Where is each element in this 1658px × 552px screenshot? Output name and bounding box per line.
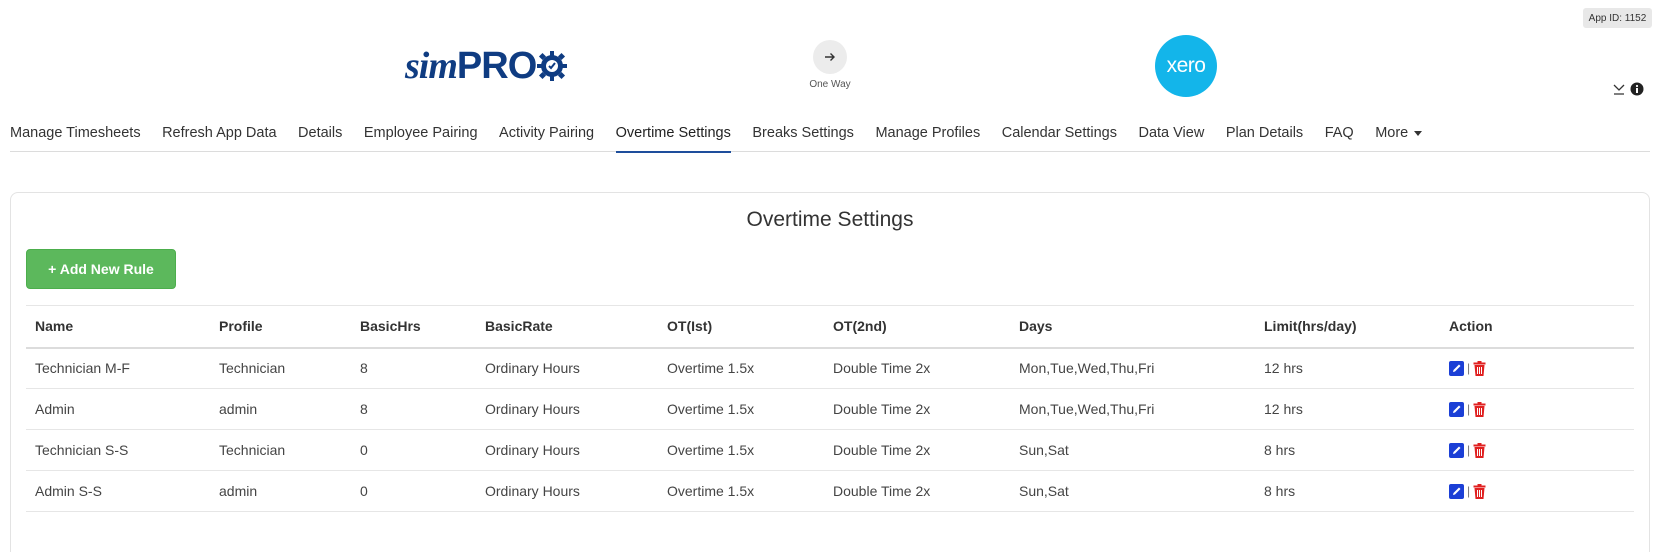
- col-header-name: Name: [26, 305, 210, 349]
- col-header-basicrate: BasicRate: [476, 305, 658, 349]
- overtime-settings-panel: Overtime Settings + Add New Rule Name Pr…: [10, 192, 1650, 552]
- add-new-rule-button[interactable]: + Add New Rule: [26, 249, 176, 289]
- xero-logo: xero: [1155, 35, 1217, 97]
- tab-details[interactable]: Details: [298, 116, 342, 152]
- tab-overtime-settings[interactable]: Overtime Settings: [615, 116, 732, 153]
- tab-more-dropdown[interactable]: More: [1375, 116, 1423, 152]
- sync-direction: One Way: [800, 40, 860, 90]
- simpro-gear-icon: [537, 51, 568, 81]
- tab-plan-details[interactable]: Plan Details: [1226, 116, 1303, 152]
- edit-icon[interactable]: [1449, 483, 1464, 499]
- tab-more-label: More: [1375, 125, 1409, 141]
- simpro-logo: sim PRO: [405, 44, 568, 88]
- cell-limit: 12 hrs: [1255, 347, 1440, 389]
- col-header-limit: Limit(hrs/day): [1255, 305, 1440, 349]
- cell-basichrs: 8: [351, 388, 476, 430]
- cell-name: Technician S-S: [26, 429, 210, 471]
- caret-down-icon: [1414, 130, 1423, 136]
- minimize-icon[interactable]: [1612, 82, 1626, 96]
- top-right-tools: [1612, 82, 1644, 96]
- cell-days: Sun,Sat: [1010, 429, 1255, 471]
- col-header-basichrs: BasicHrs: [351, 305, 476, 349]
- cell-ot-1st: Overtime 1.5x: [658, 429, 824, 471]
- action-separator: |: [1467, 402, 1471, 416]
- tab-calendar-settings[interactable]: Calendar Settings: [1002, 116, 1117, 152]
- sync-direction-button[interactable]: [813, 40, 847, 74]
- sync-direction-label: One Way: [809, 79, 851, 90]
- tab-refresh-app-data[interactable]: Refresh App Data: [162, 116, 276, 152]
- col-header-profile: Profile: [210, 305, 351, 349]
- cell-name: Technician M-F: [26, 347, 210, 389]
- simpro-logo-pro: PRO: [456, 44, 537, 87]
- trash-icon[interactable]: [1473, 483, 1486, 499]
- cell-name: Admin S-S: [26, 470, 210, 512]
- cell-days: Sun,Sat: [1010, 470, 1255, 512]
- cell-ot-2nd: Double Time 2x: [824, 470, 1010, 512]
- cell-actions: |: [1440, 470, 1634, 512]
- app-id-badge: App ID: 1152: [1583, 8, 1652, 28]
- tab-manage-profiles[interactable]: Manage Profiles: [875, 116, 980, 152]
- cell-basicrate: Ordinary Hours: [476, 347, 658, 389]
- cell-basicrate: Ordinary Hours: [476, 429, 658, 471]
- cell-profile: admin: [210, 470, 351, 512]
- cell-basicrate: Ordinary Hours: [476, 470, 658, 512]
- arrow-right-icon: [825, 53, 835, 61]
- cell-basichrs: 0: [351, 470, 476, 512]
- cell-ot-1st: Overtime 1.5x: [658, 470, 824, 512]
- edit-icon[interactable]: [1449, 360, 1464, 376]
- tab-data-view[interactable]: Data View: [1138, 116, 1204, 152]
- tab-employee-pairing[interactable]: Employee Pairing: [364, 116, 478, 152]
- main-nav-tabs: Manage Timesheets Refresh App Data Detai…: [10, 116, 1650, 153]
- cell-limit: 8 hrs: [1255, 470, 1440, 512]
- page-title: Overtime Settings: [746, 208, 914, 231]
- cell-profile: Technician: [210, 429, 351, 471]
- cell-ot-1st: Overtime 1.5x: [658, 388, 824, 430]
- cell-ot-2nd: Double Time 2x: [824, 347, 1010, 389]
- trash-icon[interactable]: [1473, 401, 1486, 417]
- trash-icon[interactable]: [1473, 442, 1486, 458]
- simpro-logo-sim: sim: [405, 45, 458, 87]
- cell-actions: |: [1440, 429, 1634, 471]
- col-header-action: Action: [1440, 305, 1634, 349]
- overtime-rules-table: Name Profile BasicHrs BasicRate OT(Ist) …: [26, 305, 1634, 512]
- tab-activity-pairing[interactable]: Activity Pairing: [499, 116, 594, 152]
- table-row: Admin admin 8 Ordinary Hours Overtime 1.…: [26, 388, 1634, 430]
- cell-ot-1st: Overtime 1.5x: [658, 347, 824, 389]
- table-row: Technician S-S Technician 0 Ordinary Hou…: [26, 429, 1634, 471]
- col-header-ot-2nd: OT(2nd): [824, 305, 1010, 349]
- info-icon[interactable]: [1630, 82, 1644, 96]
- cell-basichrs: 8: [351, 347, 476, 389]
- tab-manage-timesheets[interactable]: Manage Timesheets: [10, 116, 141, 152]
- cell-basichrs: 0: [351, 429, 476, 471]
- table-header-row: Name Profile BasicHrs BasicRate OT(Ist) …: [26, 305, 1634, 349]
- cell-name: Admin: [26, 388, 210, 430]
- cell-actions: |: [1440, 347, 1634, 389]
- cell-basicrate: Ordinary Hours: [476, 388, 658, 430]
- edit-icon[interactable]: [1449, 401, 1464, 417]
- xero-logo-text: xero: [1166, 54, 1206, 77]
- cell-profile: admin: [210, 388, 351, 430]
- cell-limit: 8 hrs: [1255, 429, 1440, 471]
- action-separator: |: [1467, 361, 1471, 376]
- cell-days: Mon,Tue,Wed,Thu,Fri: [1010, 388, 1255, 430]
- trash-icon[interactable]: [1473, 360, 1486, 376]
- cell-limit: 12 hrs: [1255, 388, 1440, 430]
- action-separator: |: [1467, 443, 1471, 457]
- cell-profile: Technician: [210, 347, 351, 389]
- cell-ot-2nd: Double Time 2x: [824, 429, 1010, 471]
- cell-actions: |: [1440, 388, 1634, 430]
- table-row: Technician M-F Technician 8 Ordinary Hou…: [26, 347, 1634, 389]
- action-separator: |: [1467, 484, 1471, 498]
- edit-icon[interactable]: [1449, 442, 1464, 458]
- cell-days: Mon,Tue,Wed,Thu,Fri: [1010, 347, 1255, 389]
- tab-breaks-settings[interactable]: Breaks Settings: [752, 116, 854, 152]
- tab-faq[interactable]: FAQ: [1325, 116, 1354, 152]
- col-header-days: Days: [1010, 305, 1255, 349]
- table-row: Admin S-S admin 0 Ordinary Hours Overtim…: [26, 470, 1634, 512]
- cell-ot-2nd: Double Time 2x: [824, 388, 1010, 430]
- col-header-ot-1st: OT(Ist): [658, 305, 824, 349]
